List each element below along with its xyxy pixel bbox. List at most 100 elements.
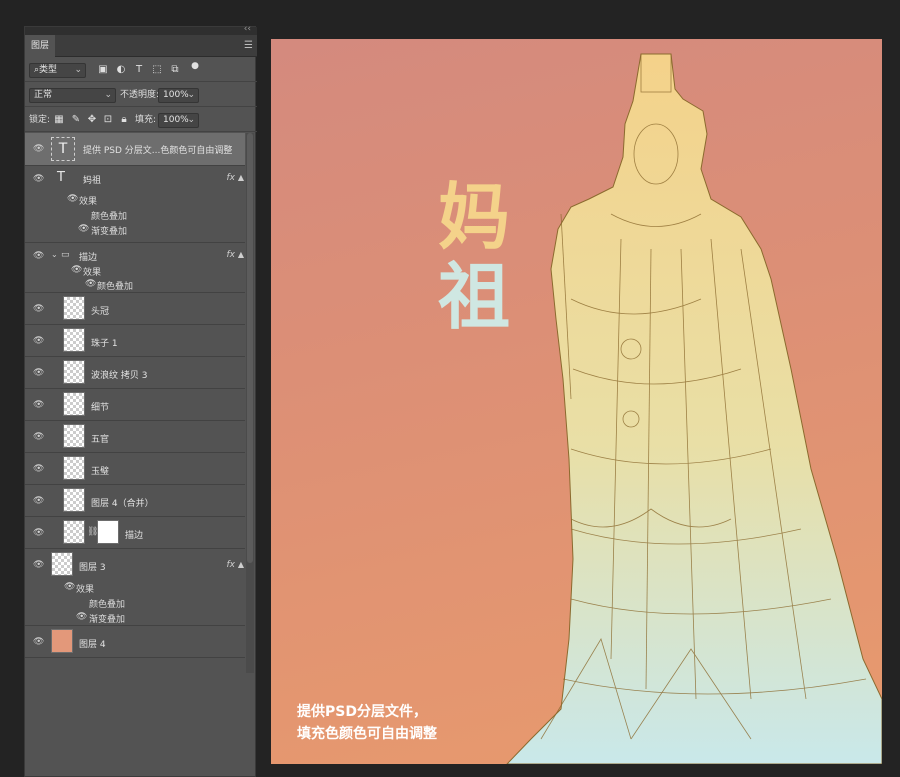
visibility-eye-icon[interactable]: 👁︎ [33,305,44,314]
title-char-1: 妈 [437,174,510,259]
chevron-up-icon[interactable]: ▲ [238,250,244,259]
layer-name: 图层 4 [79,640,106,650]
visibility-eye-icon[interactable]: 👁︎ [33,175,44,184]
layer-row[interactable]: 👁︎ 图层 4（合并） [25,485,245,517]
layer-row[interactable]: 👁︎ 珠子 1 [25,325,245,357]
layer-row[interactable]: 👁︎ 头冠 [25,293,245,325]
layer-mask-thumbnail[interactable] [97,520,119,544]
layer-thumbnail [63,488,85,512]
visibility-eye-icon[interactable]: 👁︎ [33,337,44,346]
visibility-eye-icon[interactable]: 👁︎ [33,252,44,261]
chevron-up-icon[interactable]: ▲ [238,173,244,182]
layer-name: 波浪纹 拷贝 3 [91,371,148,381]
lock-row: 锁定: ▦ ✎ ✥ ⊡ 🔒︎ 填充: 100% ⌄ [25,108,257,132]
scrollbar-thumb[interactable] [247,133,253,563]
layer-list: 👁︎ T 提供 PSD 分层文...色颜色可自由调整 👁︎ T 妈祖 fx ▲ … [25,133,245,673]
visibility-eye-icon[interactable]: 👁︎ [33,465,44,474]
layer-name: 玉璧 [91,467,110,477]
layer-name: 妈祖 [83,176,102,186]
visibility-eye-icon[interactable]: 👁︎ [33,145,44,154]
document-canvas[interactable]: 妈 祖 提供PSD分层文件， 填充色颜色可自由调整 [271,39,882,764]
effects-label: 效果 [83,268,102,278]
fx-badge[interactable]: fx [227,250,236,260]
layer-thumbnail [63,456,85,480]
chevron-down-icon: ⌄ [74,65,82,75]
effect-eye-icon[interactable]: 👁︎ [85,279,96,289]
layers-panel: ‹‹ 图层 ☰ ⌕类型 ⌄ ▣ ◐ T ⬚ ⧉ ● 正常 ⌄ 不透明度: 100% ⌄… [24,24,257,777]
visibility-eye-icon[interactable]: 👁︎ [33,433,44,442]
blend-mode-select[interactable]: 正常 ⌄ [29,88,116,103]
adjustment-filter-icon[interactable]: ◐ [115,64,127,75]
shape-filter-icon[interactable]: ⬚ [151,64,163,75]
visibility-eye-icon[interactable]: 👁︎ [33,401,44,410]
effect-eye-icon[interactable]: 👁︎ [76,612,87,622]
layer-name: 提供 PSD 分层文...色颜色可自由调整 [83,146,233,156]
collapse-icon[interactable]: ‹‹ [244,24,251,34]
opacity-value: 100% [163,90,189,100]
opacity-field[interactable]: 100% ⌄ [158,88,199,103]
layer-thumbnail [63,296,85,320]
blend-mode-value: 正常 [34,90,53,100]
filter-toggle-icon[interactable]: ● [189,61,201,72]
lock-all-icon[interactable]: 🔒︎ [118,114,130,125]
visibility-eye-icon[interactable]: 👁︎ [33,638,44,647]
effects-label: 效果 [79,197,98,207]
tab-layers[interactable]: 图层 [25,35,55,57]
lock-artboard-icon[interactable]: ⊡ [102,114,114,125]
layer-row[interactable]: 👁︎ 玉璧 [25,453,245,485]
lock-position-icon[interactable]: ✥ [86,114,98,125]
lock-paint-icon[interactable]: ✎ [70,114,82,125]
title-char-2: 祖 [437,254,510,339]
effect-item: 颜色叠加 [91,212,128,222]
layer-name: 头冠 [91,307,110,317]
type-filter-icon[interactable]: T [133,64,145,75]
effect-eye-icon[interactable]: 👁︎ [78,224,89,234]
layer-name: 细节 [91,403,110,413]
text-layer-icon: T [57,170,65,185]
smart-object-filter-icon[interactable]: ⧉ [169,64,181,75]
layer-thumbnail [63,392,85,416]
caption-line-1: 提供PSD分层文件， [297,704,427,720]
text-layer-icon: T [51,137,75,161]
visibility-eye-icon[interactable]: 👁︎ [33,369,44,378]
layer-row[interactable]: 👁︎ T 妈祖 fx ▲ 👁︎ 效果 颜色叠加 👁︎ 渐变叠加 [25,166,245,243]
filter-kind-select[interactable]: ⌕类型 ⌄ [29,63,86,78]
visibility-eye-icon[interactable]: 👁︎ [33,497,44,506]
layer-row[interactable]: 👁︎ 图层 3 fx ▲ 👁︎ 效果 颜色叠加 👁︎ 渐变叠加 [25,549,245,626]
layer-row[interactable]: 👁︎ 图层 4 [25,626,245,658]
effect-eye-icon[interactable]: 👁︎ [64,582,75,592]
panel-tab-row: 图层 ☰ [25,35,257,57]
layer-row[interactable]: 👁︎ 五官 [25,421,245,453]
fx-badge[interactable]: fx [227,173,236,183]
layer-list-scrollbar[interactable] [246,133,254,673]
visibility-eye-icon[interactable]: 👁︎ [33,561,44,570]
folder-icon: ▭ [61,250,70,260]
panel-menu-icon[interactable]: ☰ [244,40,253,51]
effect-item: 渐变叠加 [89,615,126,625]
chevron-up-icon[interactable]: ▲ [238,560,244,569]
layer-row[interactable]: 👁︎ 波浪纹 拷贝 3 [25,357,245,389]
layer-row[interactable]: 👁︎ ⌄ ▭ 描边 fx ▲ 👁︎ 效果 👁︎ 颜色叠加 [25,243,245,293]
visibility-eye-icon[interactable]: 👁︎ [33,529,44,538]
statue-illustration [506,53,882,764]
opacity-label: 不透明度: [120,90,160,100]
canvas-title: 妈 祖 [434,177,514,337]
chevron-down-icon: ⌄ [187,115,195,125]
fx-badge[interactable]: fx [227,560,236,570]
lock-transparency-icon[interactable]: ▦ [53,114,65,125]
layer-thumbnail [63,360,85,384]
pixel-filter-icon[interactable]: ▣ [97,64,109,75]
fill-field[interactable]: 100% ⌄ [158,113,199,128]
effect-eye-icon[interactable]: 👁︎ [71,265,82,275]
layer-row[interactable]: 👁︎ ⛓︎ 描边 [25,517,245,549]
chevron-down-icon[interactable]: ⌄ [51,250,58,259]
filter-row: ⌕类型 ⌄ ▣ ◐ T ⬚ ⧉ ● [25,58,257,82]
layer-row[interactable]: 👁︎ 细节 [25,389,245,421]
fill-label: 填充: [135,115,157,125]
effect-eye-icon[interactable]: 👁︎ [67,194,78,204]
layer-name: 图层 3 [79,563,106,573]
panel-titlebar: ‹‹ [25,24,257,35]
layer-thumbnail [63,520,85,544]
lock-label: 锁定: [29,115,51,125]
layer-row[interactable]: 👁︎ T 提供 PSD 分层文...色颜色可自由调整 [25,133,245,166]
